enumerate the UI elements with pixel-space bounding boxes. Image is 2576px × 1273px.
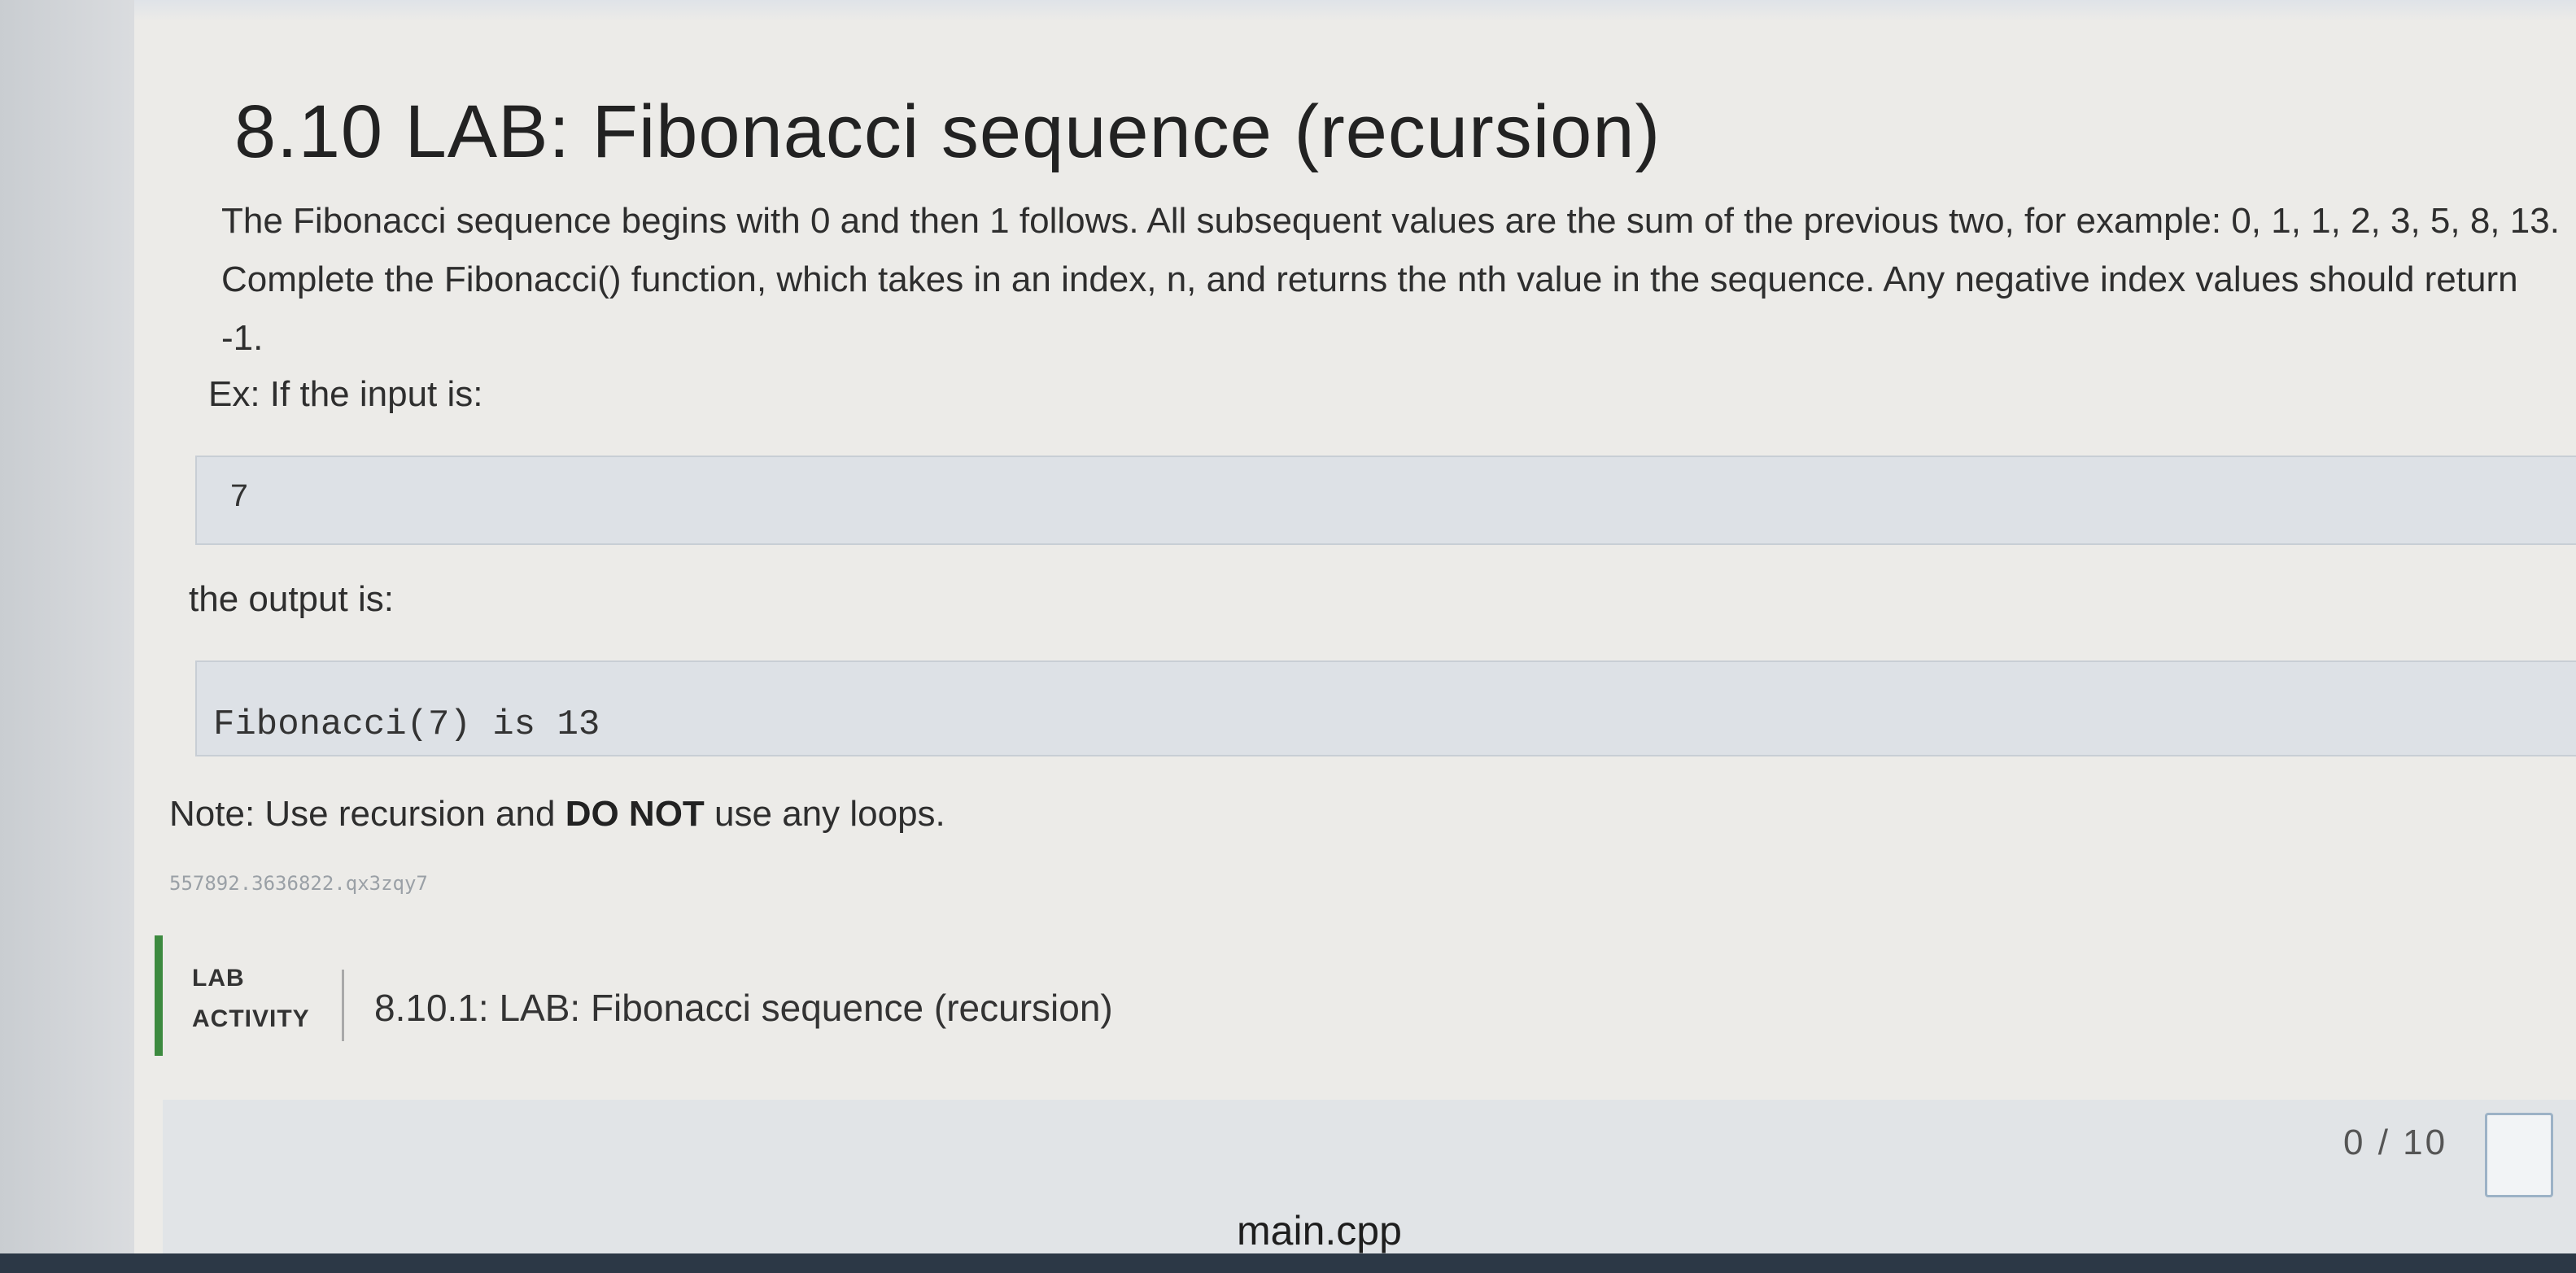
lab-accent-bar: [155, 935, 163, 1056]
completion-checkbox: [2485, 1113, 2553, 1197]
lab-type-line1: LAB: [192, 965, 245, 992]
main-content: 8.10 LAB: Fibonacci sequence (recursion)…: [0, 0, 2576, 1273]
lab-type-line2: ACTIVITY: [192, 1005, 310, 1032]
example-input-value: 7: [229, 480, 250, 517]
score-text: 0 / 10: [2343, 1123, 2448, 1162]
lab-divider: [342, 970, 344, 1041]
example-input-label: Ex: If the input is:: [208, 374, 483, 414]
bottom-strip: [0, 1253, 2576, 1273]
note-suffix: use any loops.: [704, 794, 945, 834]
lab-activity-header: LAB ACTIVITY 8.10.1: LAB: Fibonacci sequ…: [155, 935, 2576, 1057]
lab-activity-type: LAB ACTIVITY: [192, 958, 310, 1040]
example-input-box: 7: [195, 456, 2576, 545]
activity-id: 557892.3636822.qx3zqy7: [169, 872, 428, 895]
note-text: Note: Use recursion and DO NOT use any l…: [169, 794, 945, 835]
page-title: 8.10 LAB: Fibonacci sequence (recursion): [234, 89, 1661, 173]
example-output-label: the output is:: [189, 579, 394, 619]
note-prefix: Note: Use recursion and: [169, 794, 565, 834]
filename-tab[interactable]: main.cpp: [1237, 1207, 1402, 1254]
example-output-box: Fibonacci(7) is 13: [195, 660, 2576, 756]
example-output-value: Fibonacci(7) is 13: [213, 704, 600, 745]
note-emphasis: DO NOT: [565, 794, 705, 834]
lab-activity-name: 8.10.1: LAB: Fibonacci sequence (recursi…: [374, 987, 1113, 1029]
description-text: The Fibonacci sequence begins with 0 and…: [221, 201, 2560, 358]
